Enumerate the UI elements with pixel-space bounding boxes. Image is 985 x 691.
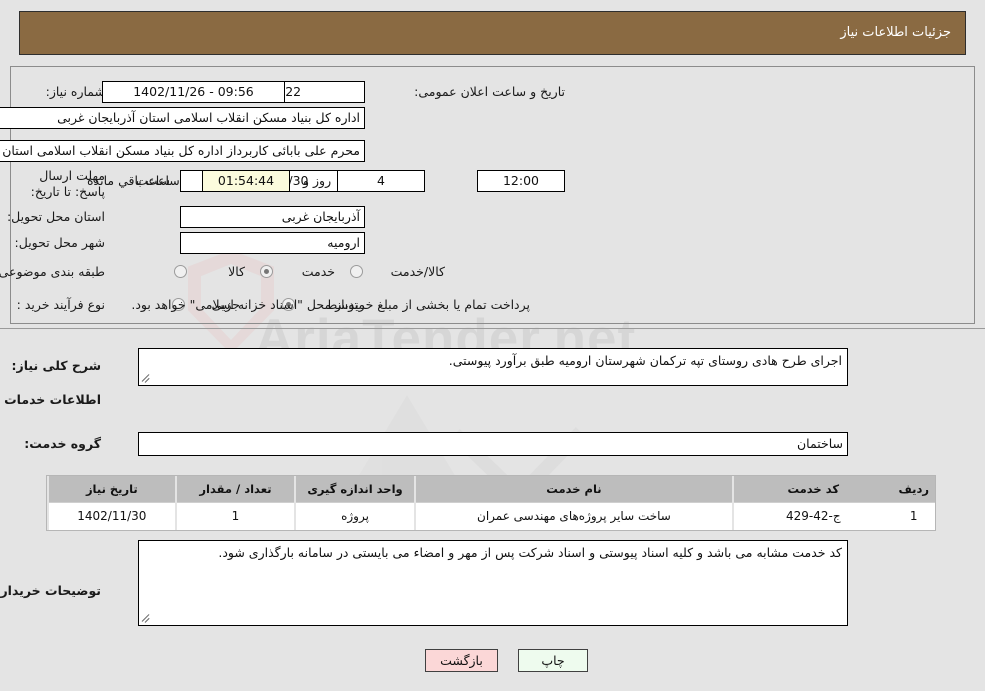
cell-service-code: ج-42-429 xyxy=(732,502,893,530)
resize-grip-icon[interactable] xyxy=(142,374,151,383)
table-header-service-name: نام خدمت xyxy=(413,476,734,503)
need-number-label: شماره نیاز: xyxy=(45,84,105,99)
page-title: جزئیات اطلاعات نیاز xyxy=(840,25,951,40)
table-row[interactable]: 1 ج-42-429 ساخت سایر پروژه‌های مهندسی عم… xyxy=(47,502,935,530)
process-label: نوع فرآیند خرید : xyxy=(16,297,105,312)
cell-need-date: 1402/11/30 xyxy=(47,502,176,530)
buyer-org-value: اداره کل بنیاد مسکن انقلاب اسلامی استان … xyxy=(0,107,365,129)
radio-label-category-kala-khedmat: کالا/خدمت xyxy=(390,264,445,279)
category-label: طبقه بندی موضوعی: xyxy=(0,264,105,279)
delivery-city-label: شهر محل تحویل: xyxy=(14,235,105,250)
buyer-notes-label: توضیحات خریدار: xyxy=(0,583,101,598)
radio-label-category-kala: کالا xyxy=(228,264,245,279)
resize-grip-icon-2[interactable] xyxy=(142,614,151,623)
cell-quantity: 1 xyxy=(174,502,296,530)
description-value: اجرای طرح هادی روستای تپه ترکمان شهرستان… xyxy=(448,353,842,368)
delivery-province-label: استان محل تحویل: xyxy=(6,209,105,224)
page-header: جزئیات اطلاعات نیاز xyxy=(19,11,966,55)
countdown-label: ساعت باقي مانده xyxy=(87,173,180,188)
buyer-notes-value: کد خدمت مشابه می باشد و کلیه اسناد پیوست… xyxy=(218,545,842,560)
announcement-datetime-value: 09:56 - 1402/11/26 xyxy=(102,81,285,103)
back-button[interactable]: بازگشت xyxy=(425,649,498,672)
service-group-value: ساختمان xyxy=(138,432,848,456)
service-group-label: گروه خدمت: xyxy=(24,436,101,451)
table-header-quantity: تعداد / مقدار xyxy=(174,476,296,503)
radio-category-kala-khedmat[interactable] xyxy=(350,265,363,278)
announcement-label: تاریخ و ساعت اعلان عمومی: xyxy=(414,84,565,99)
creator-value: محرم علی بابائی کاربرداز اداره کل بنیاد … xyxy=(0,140,365,162)
buyer-notes-textbox[interactable]: کد خدمت مشابه می باشد و کلیه اسناد پیوست… xyxy=(138,540,848,626)
table-header-unit: واحد اندازه گیری xyxy=(294,476,415,503)
services-table: ردیف کد خدمت نام خدمت واحد اندازه گیری ت… xyxy=(46,475,936,531)
delivery-city-value: ارومیه xyxy=(180,232,365,254)
radio-category-khedmat[interactable] xyxy=(260,265,273,278)
table-header-service-code: کد خدمت xyxy=(732,476,893,503)
cell-radif: 1 xyxy=(892,502,935,530)
services-heading: اطلاعات خدمات مورد نیاز xyxy=(0,392,101,407)
cell-unit: پروژه xyxy=(294,502,415,530)
delivery-province-value: آذربایجان غربی xyxy=(180,206,365,228)
page-root: AriaTender.net جزئیات اطلاعات نیاز شماره… xyxy=(0,0,985,691)
print-button[interactable]: چاپ xyxy=(518,649,588,672)
table-header-need-date: تاریخ نیاز xyxy=(47,476,176,503)
days-left-value: 4 xyxy=(337,170,425,192)
description-label: شرح کلی نیاز: xyxy=(11,358,101,373)
countdown-timer-value: 01:54:44 xyxy=(202,170,290,192)
radio-label-category-khedmat: خدمت xyxy=(301,264,335,279)
deadline-time-value: 12:00 xyxy=(477,170,565,192)
days-label: روز و xyxy=(303,173,332,188)
section-divider-1 xyxy=(0,328,985,329)
treasury-note: پرداخت تمام یا بخشی از مبلغ خرید،از محل … xyxy=(131,297,530,312)
table-header-row: ردیف کد خدمت نام خدمت واحد اندازه گیری ت… xyxy=(47,476,935,503)
description-textbox[interactable]: اجرای طرح هادی روستای تپه ترکمان شهرستان… xyxy=(138,348,848,386)
table-header-radif: ردیف xyxy=(892,476,935,503)
details-panel xyxy=(10,66,975,324)
cell-service-name: ساخت سایر پروژه‌های مهندسی عمران xyxy=(413,502,734,530)
radio-category-kala[interactable] xyxy=(174,265,187,278)
